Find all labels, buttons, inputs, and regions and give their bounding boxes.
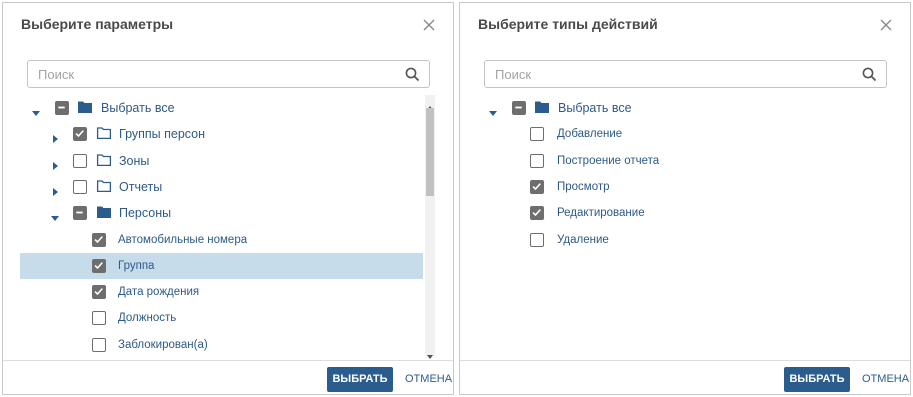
select-parameters-dialog: Выберите параметры Выбрать все Группы пер… [2, 2, 454, 395]
checkbox[interactable] [92, 337, 106, 352]
search-icon[interactable] [862, 67, 877, 82]
folder-icon [96, 153, 112, 167]
select-action-types-dialog: Выберите типы действий Выбрать все Добавл… [459, 2, 911, 395]
folder-icon [96, 205, 112, 219]
cancel-button[interactable]: ОТМЕНА [862, 367, 909, 392]
tree-item-label: Добавление [557, 128, 623, 141]
checkbox-partial-icon[interactable] [55, 101, 69, 115]
folder-icon [534, 100, 550, 114]
select-button[interactable]: ВЫБРАТЬ [327, 367, 393, 392]
checkbox-checked-icon[interactable] [92, 258, 106, 273]
tree-group-item[interactable]: Зоны [20, 148, 423, 174]
dialog-title: Выберите параметры [21, 16, 174, 32]
caret-down-icon[interactable] [32, 104, 40, 116]
select-button[interactable]: ВЫБРАТЬ [784, 367, 850, 392]
checkbox[interactable] [530, 232, 544, 247]
checkbox-checked-icon[interactable] [530, 206, 544, 221]
checkbox[interactable] [92, 311, 106, 326]
checkbox-partial-icon[interactable] [73, 206, 87, 221]
search-box [484, 60, 887, 88]
folder-icon [96, 126, 112, 140]
tree-leaf-item[interactable]: Группа [20, 252, 423, 279]
caret-down-icon[interactable] [51, 209, 59, 222]
tree-item-label: Заблокирован(а) [118, 338, 208, 351]
tree-item-label: Отчеты [119, 179, 163, 194]
tree-leaf-item[interactable]: Заблокирован(а) [20, 332, 423, 356]
search-input[interactable] [495, 66, 845, 83]
tree-leaf-item[interactable]: Дата рождения [20, 279, 423, 305]
tree-group-item[interactable]: Группы персон [20, 121, 423, 147]
footer-divider [460, 360, 910, 361]
tree-item-label: Группа [118, 259, 155, 272]
cancel-button[interactable]: ОТМЕНА [405, 367, 452, 392]
tree-group-item[interactable]: Персоны [20, 200, 423, 226]
tree-leaf-item[interactable]: Добавление [477, 121, 880, 147]
tree-item-label: Группы персон [119, 127, 206, 142]
checkbox-checked-icon[interactable] [530, 179, 544, 194]
tree-item-label: Выбрать все [558, 101, 632, 115]
scroll-up-icon[interactable] [427, 98, 433, 110]
tree-leaf-item[interactable]: Просмотр [477, 174, 880, 200]
close-icon[interactable] [878, 17, 894, 33]
checkbox[interactable] [530, 127, 544, 142]
checkbox-checked-icon[interactable] [92, 232, 106, 247]
close-icon[interactable] [421, 17, 437, 33]
search-icon[interactable] [405, 67, 420, 82]
tree-group-item[interactable]: Отчеты [20, 174, 423, 200]
tree-item-label: Автомобильные номера [118, 233, 248, 246]
search-input[interactable] [38, 66, 388, 83]
tree-leaf-item[interactable]: Построение отчета [477, 148, 880, 174]
tree-item-label: Удаление [557, 233, 609, 246]
tree-leaf-item[interactable]: Автомобильные номера [20, 227, 423, 253]
tree-leaf-item[interactable]: Должность [20, 305, 423, 331]
tree-item-label: Персоны [119, 206, 172, 221]
tree-item-label: Построение отчета [557, 154, 660, 167]
tree-root-select-all[interactable]: Выбрать все [477, 95, 880, 121]
checkbox-checked-icon[interactable] [73, 127, 87, 142]
scrollbar[interactable] [425, 95, 435, 359]
checkbox[interactable] [73, 179, 87, 194]
checkbox[interactable] [530, 153, 544, 168]
scroll-down-icon[interactable] [427, 347, 433, 359]
checkbox-checked-icon[interactable] [92, 285, 106, 300]
tree-leaf-item[interactable]: Удаление [477, 227, 880, 253]
dialog-title: Выберите типы действий [478, 16, 658, 32]
action-types-tree: Выбрать все Добавление Построение отчета Пр… [477, 95, 880, 356]
tree-item-label: Редактирование [557, 207, 645, 220]
checkbox[interactable] [73, 153, 87, 168]
caret-down-icon[interactable] [489, 104, 497, 116]
caret-right-icon[interactable] [51, 157, 59, 170]
tree-item-label: Дата рождения [118, 286, 200, 299]
tree-item-label: Зоны [119, 153, 150, 168]
folder-icon [77, 100, 93, 114]
scrollbar-thumb[interactable] [426, 108, 434, 196]
caret-right-icon[interactable] [51, 183, 59, 196]
tree-item-label: Выбрать все [101, 101, 175, 115]
tree-item-label: Должность [118, 312, 177, 325]
folder-icon [96, 179, 112, 193]
checkbox-partial-icon[interactable] [512, 101, 526, 115]
tree-item-label: Просмотр [557, 180, 610, 193]
caret-right-icon[interactable] [51, 130, 59, 144]
search-box [27, 60, 430, 88]
footer-divider [3, 360, 453, 361]
tree-root-select-all[interactable]: Выбрать все [20, 95, 423, 121]
parameters-tree: Выбрать все Группы персон Зоны Отчеты Персон… [20, 95, 423, 356]
tree-leaf-item[interactable]: Редактирование [477, 200, 880, 226]
